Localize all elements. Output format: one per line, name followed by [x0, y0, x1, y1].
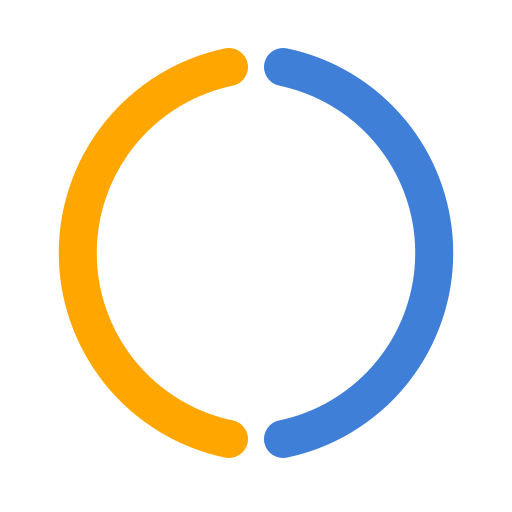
left-arc-icon — [58, 48, 248, 458]
right-arc-icon — [264, 48, 454, 458]
icon-canvas — [0, 0, 512, 512]
split-ring-icon — [58, 48, 454, 458]
